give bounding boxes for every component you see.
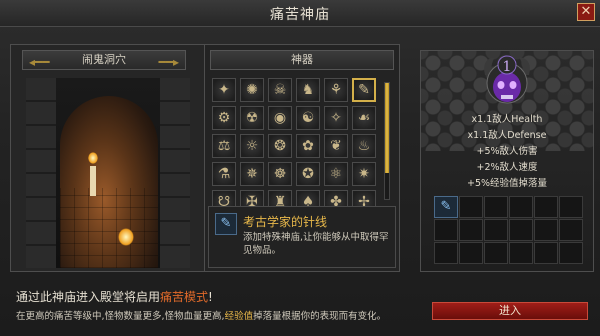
empty-relic-slot[interactable] [509, 219, 533, 241]
relic-grid: ✦ ✺ ☠ ♞ ⚘ ✎ ⚙ ☢ ◉ ☯ ✧ ☙ ⚖ ☼ ❂ ✿ ❦ ♨ ⚗ ✵ ☸ ✪ ⚛ ✷ ☋ ✠ ♜ ♠ ✤ ✢ [212, 78, 378, 214]
empty-relic-slot[interactable] [484, 219, 508, 241]
bonus-speed: +2%敌人速度 [476, 162, 538, 173]
close-button[interactable]: ✕ [577, 3, 595, 21]
title-bar: 痛苦神庙 ✕ [0, 0, 600, 27]
empty-relic-slot[interactable] [534, 242, 558, 264]
empty-relic-slot[interactable] [509, 196, 533, 218]
empty-relic-slot[interactable] [559, 219, 583, 241]
relic-slot[interactable]: ☢ [240, 106, 264, 130]
relic-slot[interactable]: ◉ [268, 106, 292, 130]
relic-slot[interactable]: ♨ [352, 134, 376, 158]
bonus-damage: +5%敌人伤害 [476, 146, 538, 157]
relic-slot[interactable]: ✎ [352, 78, 376, 102]
notice-text-end: ! [208, 290, 213, 304]
bonus-defense: x1.1敌人Defense [467, 130, 547, 141]
notice-text: 通过此神庙进入殿堂将启用 [16, 290, 161, 304]
relic-scrollbar-thumb[interactable] [385, 83, 389, 174]
relic-slot[interactable]: ☼ [240, 134, 264, 158]
relic-slot[interactable]: ✿ [296, 134, 320, 158]
stone-pillar-left [26, 78, 56, 268]
empty-relic-slot[interactable] [484, 196, 508, 218]
location-preview-image [26, 78, 190, 268]
relic-slot[interactable]: ☠ [268, 78, 292, 102]
relic-slot[interactable]: ✷ [352, 162, 376, 186]
relic-slot[interactable]: ✺ [240, 78, 264, 102]
dungeon-room [60, 96, 158, 268]
relic-slot[interactable]: ⚗ [212, 162, 236, 186]
empty-relic-slot[interactable] [509, 242, 533, 264]
previous-location-arrow[interactable]: ◂━━ [29, 53, 49, 71]
equipped-relic-slots: ✎ [434, 196, 584, 264]
relic-slot[interactable]: ✧ [324, 106, 348, 130]
relic-slot[interactable]: ☙ [352, 106, 376, 130]
dungeon-floor [60, 188, 158, 268]
bonus-experience: +5%经验值掉落量 [466, 178, 548, 189]
window-title: 痛苦神庙 [270, 7, 330, 23]
relic-slot[interactable]: ⚖ [212, 134, 236, 158]
relic-slot[interactable]: ✪ [296, 162, 320, 186]
torment-mode-highlight: 痛苦模式 [160, 290, 209, 304]
enter-button[interactable]: 进入 [432, 302, 588, 320]
relic-slot[interactable]: ⚛ [324, 162, 348, 186]
empty-relic-slot[interactable] [534, 219, 558, 241]
relic-slot[interactable]: ⚘ [324, 78, 348, 102]
empty-relic-slot[interactable] [534, 196, 558, 218]
relic-slot[interactable]: ✵ [240, 162, 264, 186]
relic-slot[interactable]: ✦ [212, 78, 236, 102]
empty-relic-slot[interactable] [484, 242, 508, 264]
relic-slot[interactable]: ♞ [296, 78, 320, 102]
location-selector: ◂━━ 闹鬼洞穴 ━━▸ [22, 50, 186, 70]
torment-notice: 通过此神庙进入殿堂将启用痛苦模式! [16, 288, 213, 305]
relic-info-box: ✎ 考古学家的针线 添加特殊神庙,让你能够从中取得罕见物品。 [208, 206, 396, 268]
experience-highlight: 经验值 [224, 311, 254, 322]
relic-slot[interactable]: ☸ [268, 162, 292, 186]
empty-relic-slot[interactable] [459, 219, 483, 241]
relic-slot[interactable]: ☯ [296, 106, 320, 130]
description-text: 在更高的痛苦等级中,怪物数量更多,怪物血量更高, [16, 311, 225, 322]
empty-relic-slot[interactable] [459, 242, 483, 264]
location-name: 闹鬼洞穴 [82, 53, 126, 66]
empty-relic-slot[interactable] [459, 196, 483, 218]
torment-shrine-window: 痛苦神庙 ✕ ◂━━ 闹鬼洞穴 ━━▸ 神器 ✦ ✺ ☠ ♞ ⚘ ✎ ⚙ ☢ ◉ ☯ ✧ ☙ ⚖ ☼ ❂ ✿ ❦… [0, 0, 600, 336]
torment-description: 在更高的痛苦等级中,怪物数量更多,怪物血量更高,经验值掉落量根据你的表现而有变化… [16, 308, 386, 322]
relic-slot[interactable]: ❦ [324, 134, 348, 158]
selected-relic-icon: ✎ [215, 213, 237, 235]
fire-brazier-icon [118, 228, 134, 246]
description-text-end: 掉落量根据你的表现而有变化。 [253, 311, 387, 322]
selected-relic-name: 考古学家的针线 [243, 215, 328, 229]
candle-icon [90, 166, 96, 196]
empty-relic-slot[interactable] [559, 196, 583, 218]
empty-relic-slot[interactable] [434, 242, 458, 264]
stone-pillar-right [160, 78, 190, 268]
next-location-arrow[interactable]: ━━▸ [159, 53, 179, 71]
selected-relic-description: 添加特殊神庙,让你能够从中取得罕见物品。 [243, 232, 389, 256]
equipped-relic-icon[interactable]: ✎ [434, 196, 458, 218]
bonus-health: x1.1敌人Health [471, 114, 543, 125]
torment-level: 1 [502, 59, 512, 75]
empty-relic-slot[interactable] [559, 242, 583, 264]
relic-slot[interactable]: ⚙ [212, 106, 236, 130]
relics-header: 神器 [210, 50, 394, 70]
empty-relic-slot[interactable] [434, 219, 458, 241]
candle-flame-icon [88, 152, 98, 164]
relic-slot[interactable]: ❂ [268, 134, 292, 158]
relic-scrollbar[interactable] [384, 82, 390, 200]
